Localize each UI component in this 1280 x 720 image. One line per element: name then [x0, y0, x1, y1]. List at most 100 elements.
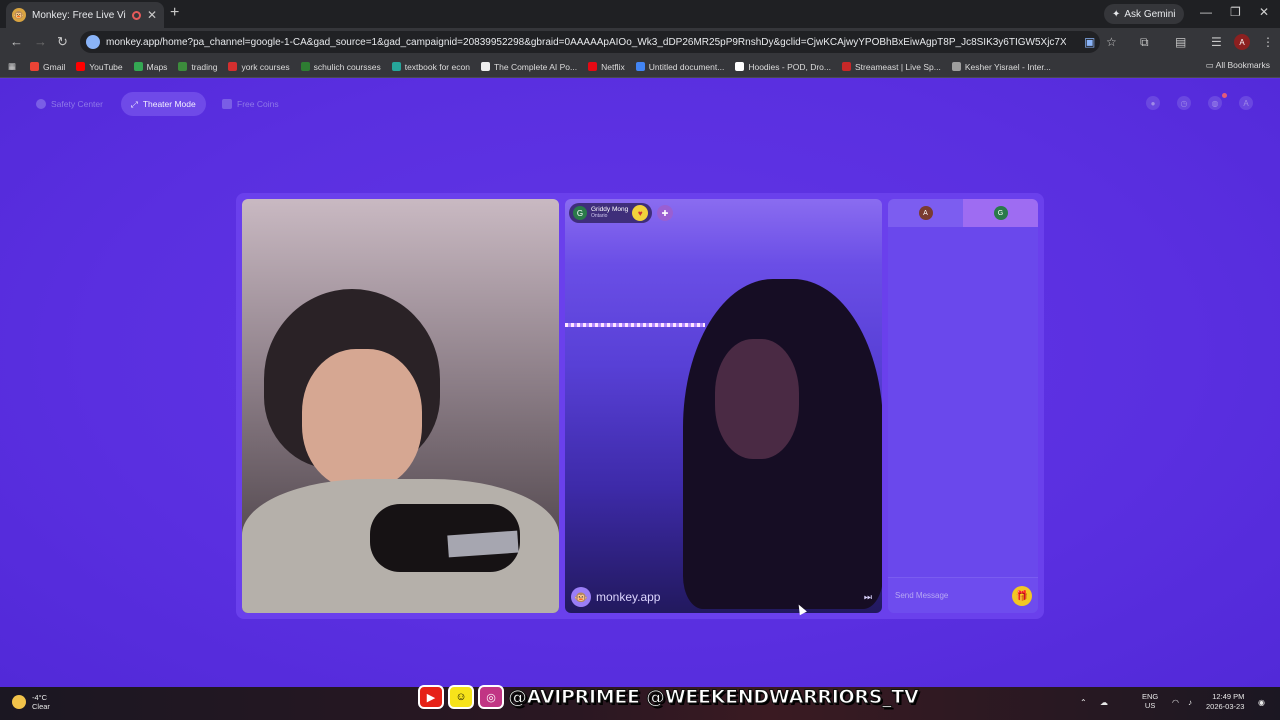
weather-widget[interactable]: -4°C Clear — [12, 693, 50, 711]
wifi-icon[interactable]: ◠ — [1172, 698, 1179, 707]
bookmark-label: YouTube — [89, 61, 123, 72]
monkey-watermark: 🐵 monkey.app — [571, 587, 660, 607]
menu-kebab-icon[interactable]: ⋮ — [1262, 35, 1274, 49]
bookmark-item[interactable]: Streameast | Live Sp... — [842, 62, 941, 72]
message-input[interactable]: Send Message 🎁 — [888, 577, 1038, 613]
close-tab-icon[interactable]: ✕ — [147, 8, 157, 22]
notifications-bell-icon[interactable]: ◉ — [1258, 698, 1265, 707]
volume-icon[interactable]: ♪ — [1188, 698, 1192, 707]
chat-panel: A G Send Message 🎁 — [888, 199, 1038, 613]
bookmark-favicon-icon — [635, 62, 645, 71]
participant-tab-a[interactable]: A — [888, 199, 963, 227]
bookmark-item[interactable]: Netflix — [588, 62, 625, 72]
monkey-app-page: Safety Center ⤢ Theater Mode Free Coins … — [0, 79, 1280, 687]
bookmark-item[interactable]: The Complete AI Po... — [480, 61, 578, 72]
forward-arrow-icon[interactable]: → — [34, 34, 47, 49]
onedrive-cloud-icon[interactable]: ☁ — [1100, 698, 1108, 707]
watermark-text: monkey.app — [596, 590, 661, 604]
bookmark-item[interactable]: Untitled document... — [635, 62, 724, 72]
bookmark-label: york courses — [241, 61, 290, 72]
bookmark-label: Netflix — [601, 61, 625, 72]
bookmark-item[interactable]: york courses — [228, 61, 290, 72]
bookmark-star-icon[interactable]: ☆ — [1106, 35, 1117, 49]
bookmark-label: The Complete AI Po... — [493, 61, 578, 72]
minimize-icon[interactable]: — — [1200, 5, 1212, 19]
back-arrow-icon[interactable]: ← — [10, 34, 23, 49]
browser-toolbar: ← → ↻ monkey.app/home?pa_channel=google-… — [0, 28, 1280, 56]
notification-dot — [1222, 93, 1227, 98]
remote-video: G Griddy Mong Ontario ♥ ✚ 🐵 monkey.app ⏭ — [565, 199, 882, 613]
new-tab-button[interactable]: + — [170, 4, 179, 22]
address-bar[interactable]: monkey.app/home?pa_channel=google-1-CA&g… — [80, 31, 1100, 53]
social-handles-text: @AVIPRIMEE @WEEKENDWARRIORS_TV — [507, 686, 919, 709]
taskbar-clock[interactable]: 12:49 PM 2026-03-23 — [1206, 692, 1244, 712]
bookmark-label: Hoodies - POD, Dro... — [748, 61, 831, 72]
extensions-icon[interactable]: ⧉ — [1140, 35, 1149, 50]
bookmark-item[interactable]: Maps — [133, 62, 167, 72]
theater-mode-button[interactable]: ⤢ Theater Mode — [121, 92, 206, 116]
bookmark-favicon-icon — [588, 62, 598, 71]
bookmark-item[interactable]: textbook for econ — [391, 62, 470, 72]
moon-icon — [12, 695, 26, 709]
chat-participants: A G — [888, 199, 1038, 227]
tab-search-icon[interactable]: ☰ — [1211, 35, 1222, 49]
bookmark-label: Gmail — [43, 61, 66, 72]
messages-icon[interactable]: ◍ — [1208, 96, 1222, 110]
bookmark-favicon-icon — [842, 62, 851, 71]
bookmark-label: Kesher Yisrael - Inter... — [964, 61, 1051, 72]
skip-next-icon[interactable]: ⏭ — [864, 592, 872, 603]
bookmark-item[interactable]: schulich coursses — [300, 62, 381, 72]
bookmark-item[interactable]: Hoodies - POD, Dro... — [735, 62, 831, 72]
bookmark-favicon-icon — [391, 62, 401, 71]
profile-avatar[interactable]: A — [1239, 96, 1253, 110]
free-coins-button[interactable]: Free Coins — [212, 92, 289, 116]
language-code: ENG — [1142, 692, 1159, 701]
remote-video-face — [715, 339, 799, 459]
peer-name: Griddy Mong — [591, 206, 629, 213]
bookmark-item[interactable]: trading — [178, 62, 217, 72]
site-info-icon[interactable] — [86, 35, 100, 49]
tray-chevron-icon[interactable]: ⌃ — [1080, 698, 1087, 707]
history-clock-icon[interactable]: ◷ — [1177, 96, 1191, 110]
side-panel-icon[interactable]: ▤ — [1175, 35, 1186, 49]
bookmark-item[interactable]: YouTube — [76, 61, 123, 72]
coins-icon — [222, 99, 232, 109]
all-bookmarks-label: All Bookmarks — [1215, 60, 1270, 70]
bookmark-favicon-icon — [735, 62, 745, 71]
browser-tab-monkey[interactable]: 🐵 Monkey: Free Live Video Ch ✕ — [6, 2, 164, 28]
snapchat-icon: ☺ — [448, 685, 474, 709]
temperature: -4°C — [32, 693, 48, 702]
reload-icon[interactable]: ↻ — [57, 34, 68, 50]
apps-grid-icon[interactable]: ▦ — [8, 61, 16, 72]
bookmarks-bar: ▦ Gmail YouTube Maps trading york course… — [0, 56, 1280, 78]
heart-icon[interactable]: ♥ — [632, 205, 649, 221]
bookmark-favicon-icon — [133, 62, 143, 71]
bookmark-item[interactable]: Gmail — [30, 62, 65, 72]
browser-tab-strip: 🐵 Monkey: Free Live Video Ch ✕ + ✦ Ask G… — [0, 0, 1280, 28]
youtube-icon: ▶ — [418, 685, 444, 709]
folder-icon: ▭ — [1205, 60, 1216, 70]
led-strip — [565, 323, 705, 327]
peer-location: Ontario — [591, 213, 608, 219]
peer-avatar: G — [573, 206, 587, 220]
weather-text: -4°C Clear — [32, 693, 50, 711]
browser-profile-avatar[interactable]: A — [1234, 34, 1250, 50]
participant-tab-g[interactable]: G — [963, 199, 1038, 227]
all-bookmarks-button[interactable]: ▭ All Bookmarks — [1206, 60, 1270, 71]
weather-condition: Clear — [32, 702, 50, 711]
bookmark-item[interactable]: Kesher Yisrael - Inter... — [951, 61, 1051, 72]
message-placeholder: Send Message — [895, 591, 949, 600]
restore-icon[interactable]: ❐ — [1230, 5, 1241, 19]
peer-info-chip[interactable]: G Griddy Mong Ontario ♥ — [569, 203, 653, 223]
ask-gemini-button[interactable]: ✦ Ask Gemini — [1104, 4, 1184, 24]
participant-avatar-g: G — [993, 206, 1008, 220]
safety-center-button[interactable]: Safety Center — [26, 92, 113, 116]
language-indicator[interactable]: ENG US — [1142, 692, 1158, 710]
friends-icon[interactable]: ● — [1146, 96, 1160, 110]
add-friend-icon[interactable]: ✚ — [657, 205, 673, 221]
screen-share-icon[interactable]: ▣ — [1084, 35, 1095, 49]
url-text[interactable]: monkey.app/home?pa_channel=google-1-CA&g… — [106, 37, 1066, 48]
gift-icon[interactable]: 🎁 — [1012, 586, 1032, 606]
peer-name-block: Griddy Mong Ontario — [591, 206, 628, 220]
close-window-icon[interactable]: ✕ — [1259, 5, 1269, 19]
